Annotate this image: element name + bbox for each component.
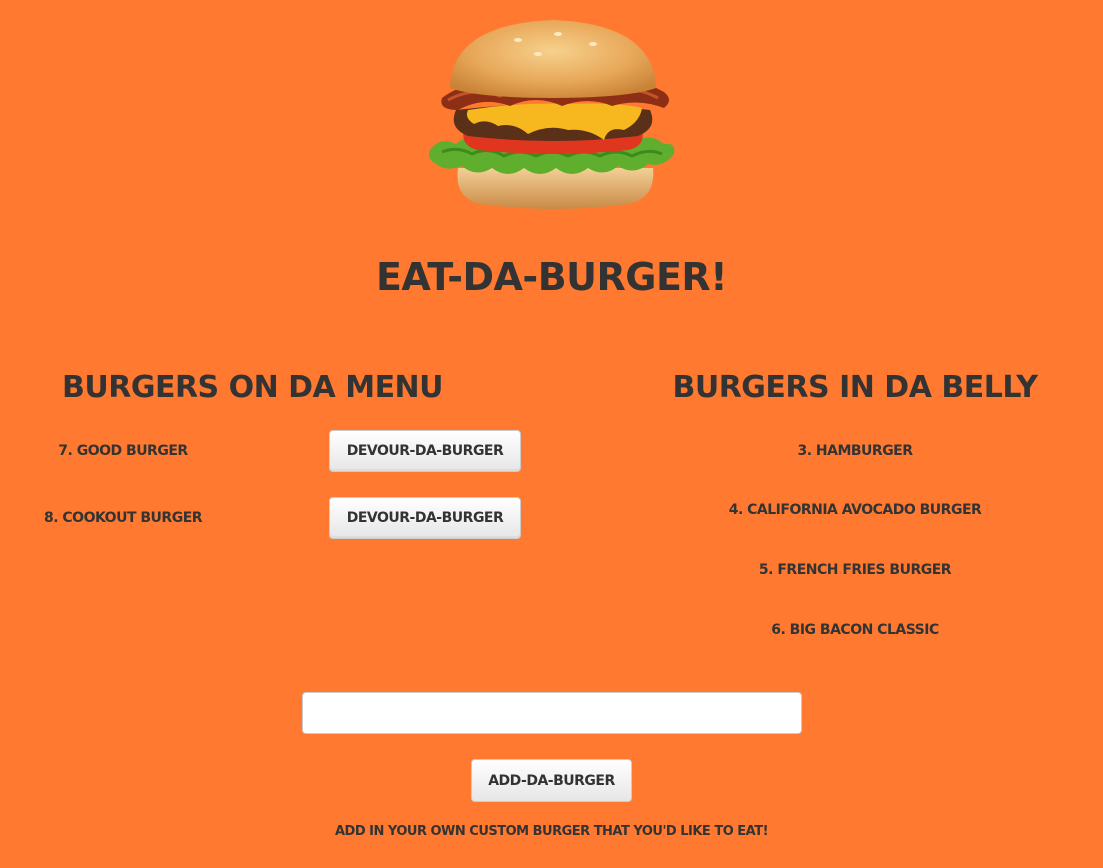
menu-item-label: 8. Cookout Burger (43, 510, 203, 526)
menu-item-label: 7. Good Burger (58, 443, 188, 459)
eaten-item: 5. French Fries Burger (758, 562, 952, 578)
eaten-item: 4. California Avocado Burger (728, 502, 982, 518)
menu-item: 7. Good Burger Devour-Da-Burger (0, 430, 560, 472)
menu-heading: Burgers on da menu (62, 370, 444, 405)
burger-image (428, 18, 678, 210)
eaten-item: 3. Hamburger (797, 443, 913, 459)
devour-button[interactable]: Devour-Da-Burger (329, 497, 521, 539)
eaten-heading: Burgers in da belly (672, 370, 1038, 405)
devour-button[interactable]: Devour-Da-Burger (329, 430, 521, 472)
helper-text: Add in your own custom burger that you'd… (334, 824, 769, 839)
page-title: Eat-Da-Burger! (375, 255, 728, 299)
burger-name-input[interactable] (302, 692, 802, 734)
eaten-item: 6. Big Bacon Classic (771, 622, 939, 638)
menu-item: 8. Cookout Burger Devour-Da-Burger (0, 497, 560, 539)
add-burger-button[interactable]: Add-Da-Burger (471, 759, 632, 802)
